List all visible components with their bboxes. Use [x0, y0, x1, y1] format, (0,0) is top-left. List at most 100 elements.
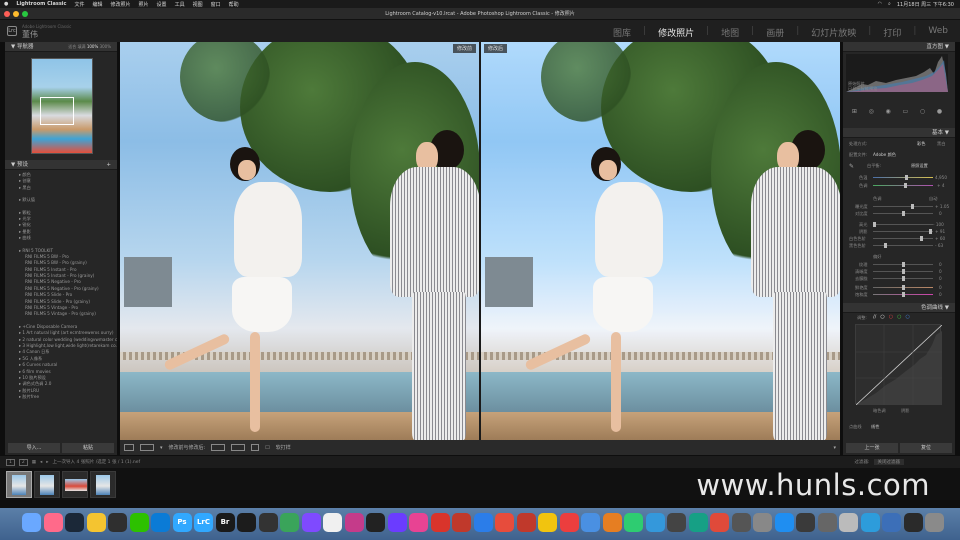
texture-slider[interactable] [873, 262, 933, 267]
menu-tools[interactable]: 工具 [175, 1, 185, 8]
vibrance-value[interactable]: 0 [939, 285, 942, 290]
finalcut-icon[interactable] [387, 513, 407, 532]
tone-curve-header[interactable]: 色调曲线 ▼ [843, 303, 955, 313]
vibrance-slider[interactable] [873, 285, 933, 290]
minimize-window-icon[interactable] [13, 11, 19, 17]
app-icon[interactable] [731, 513, 751, 532]
app-icon[interactable] [581, 513, 600, 532]
obs-icon[interactable] [258, 513, 278, 532]
chrome-icon[interactable] [86, 513, 106, 532]
graduated-filter-icon[interactable]: ▭ [902, 108, 908, 115]
creative-cloud-icon[interactable] [710, 513, 729, 532]
app-icon[interactable] [559, 513, 579, 532]
spot-removal-icon[interactable]: ◎ [869, 108, 874, 115]
app-icon[interactable] [280, 513, 299, 532]
filmstrip-source[interactable]: 上一次导入 4 张照片 /选定 1 张 / 1 (1).nef [53, 459, 141, 465]
treatment-color-option[interactable]: 彩色 [917, 141, 925, 147]
app-icon[interactable] [602, 513, 622, 532]
softproof-checkbox-icon[interactable]: ☐ [265, 445, 269, 451]
page-1-button[interactable]: 1 [6, 458, 15, 466]
shadows-slider[interactable] [873, 229, 933, 234]
add-preset-icon[interactable]: + [106, 160, 111, 169]
saturation-value[interactable]: 0 [939, 292, 942, 297]
menu-settings[interactable]: 设置 [157, 1, 167, 8]
br-icon[interactable]: Br [215, 513, 235, 532]
ps-icon[interactable]: Ps [172, 513, 192, 532]
swap-before-after-icon[interactable] [251, 444, 260, 451]
toolbar-menu-icon[interactable]: ▾ [833, 445, 836, 451]
highlights-value[interactable]: - 100 [933, 222, 944, 227]
red-eye-icon[interactable]: ◉ [886, 108, 891, 115]
dehaze-value[interactable]: 0 [939, 276, 942, 281]
app-icon[interactable] [817, 513, 837, 532]
forward-arrow-icon[interactable]: ▸ [46, 460, 48, 465]
app-icon[interactable] [344, 513, 364, 532]
app-icon[interactable] [839, 513, 858, 532]
app-icon[interactable] [538, 513, 557, 532]
qq-icon[interactable] [108, 513, 127, 532]
point-curve-select[interactable]: 线性 [871, 424, 879, 430]
app-icon[interactable] [688, 513, 708, 532]
launchpad-icon[interactable] [43, 513, 63, 532]
whites-value[interactable]: + 60 [935, 236, 945, 241]
paste-settings-button[interactable]: 粘贴 [62, 443, 114, 453]
contrast-value[interactable]: 0 [939, 211, 942, 216]
histogram[interactable]: 原始照片 已显示智能预览 [846, 54, 948, 92]
menu-photo[interactable]: 照片 [139, 1, 149, 8]
shadows-value[interactable]: + 91 [935, 229, 945, 234]
wifi-icon[interactable]: ◠ [878, 1, 882, 7]
after-photo[interactable]: 修改后 [481, 42, 840, 440]
filmstrip-thumb[interactable] [90, 471, 116, 498]
module-library[interactable]: 图库 [613, 26, 631, 39]
loupe-view-icon[interactable] [124, 444, 134, 451]
exposure-slider[interactable] [873, 204, 933, 209]
basic-header[interactable]: 基本 ▼ [843, 128, 955, 138]
close-window-icon[interactable] [4, 11, 10, 17]
chevron-down-icon[interactable]: ▾ [160, 445, 163, 451]
auto-tone-button[interactable]: 自动 [929, 196, 937, 202]
app-icon[interactable] [796, 513, 815, 532]
filmstrip-thumb[interactable] [34, 471, 60, 498]
exposure-value[interactable]: + 1.05 [935, 204, 949, 209]
crop-tool-icon[interactable]: ⊞ [852, 108, 857, 115]
texture-value[interactable]: 0 [939, 262, 942, 267]
appstore-icon[interactable] [473, 513, 493, 532]
curve-green-icon[interactable]: ○ [897, 314, 901, 320]
trash-icon[interactable] [925, 513, 944, 532]
menu-window[interactable]: 窗口 [211, 1, 221, 8]
finder-icon[interactable] [22, 513, 41, 532]
module-print[interactable]: 打印 [883, 26, 901, 39]
module-web[interactable]: Web [928, 26, 948, 39]
photos-icon[interactable] [323, 513, 342, 532]
app-icon[interactable] [495, 513, 514, 532]
grid-view-icon[interactable]: ▦ [32, 460, 36, 465]
app-icon[interactable] [774, 513, 794, 532]
highlights-slider[interactable] [873, 222, 933, 227]
brush-icon[interactable]: ● [937, 108, 942, 115]
app-icon[interactable] [903, 513, 923, 532]
previous-settings-button[interactable]: 上一张 [846, 443, 898, 453]
steam-icon[interactable] [65, 513, 84, 532]
clarity-value[interactable]: 0 [939, 269, 942, 274]
tint-value[interactable]: + 4 [937, 183, 945, 188]
navigator-preview[interactable] [31, 58, 93, 154]
app-icon[interactable] [366, 513, 385, 532]
app-icon[interactable] [409, 513, 428, 532]
filter-select[interactable]: 关闭过滤器 [873, 459, 904, 465]
page-2-button[interactable]: 2 [18, 458, 28, 466]
curve-point-icon[interactable]: ∕∕ [873, 314, 876, 320]
treatment-bw-option[interactable]: 黑白 [937, 141, 945, 147]
module-book[interactable]: 画册 [766, 26, 784, 39]
white-balance-select[interactable]: 原照设置 [911, 163, 928, 169]
profile-select[interactable]: Adobe 颜色 [873, 152, 896, 158]
app-icon[interactable] [882, 513, 901, 532]
temp-value[interactable]: 4,950 [935, 175, 947, 180]
module-map[interactable]: 地图 [721, 26, 739, 39]
app-icon[interactable] [624, 513, 643, 532]
app-icon[interactable] [301, 513, 321, 532]
app-icon[interactable] [430, 513, 450, 532]
app-icon[interactable] [645, 513, 665, 532]
presets-header[interactable]: ▼ 预设 + [5, 160, 117, 170]
tint-slider[interactable] [873, 183, 933, 188]
preset-group[interactable]: ▸ 胶片free [5, 394, 117, 400]
